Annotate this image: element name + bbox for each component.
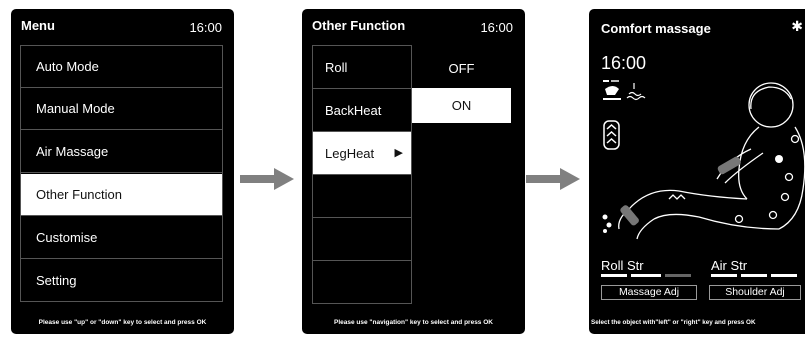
air-str-label: Air Str [711,258,748,273]
menu-item-customise[interactable]: Customise [21,217,222,259]
roll-value[interactable]: OFF [412,51,511,86]
option-legheat[interactable]: LegHeat ▶ [313,132,411,175]
shoulder-adj-button[interactable]: Shoulder Adj [709,285,801,300]
other-function-header: Other Function 16:00 [302,9,525,39]
menu-item-auto-mode[interactable]: Auto Mode [21,46,222,88]
menu-title: Menu [21,18,55,33]
massage-chair-figure [602,82,805,240]
foot-roller-marks [602,214,612,233]
comfort-title: Comfort massage [601,21,711,36]
other-function-title: Other Function [312,18,406,33]
menu-item-other-function[interactable]: Other Function [21,174,222,216]
option-empty-2 [313,218,411,261]
option-backheat-label: BackHeat [325,103,382,118]
option-roll[interactable]: Roll [313,46,411,89]
comfort-time: 16:00 [601,53,647,73]
menu-screen: Menu 16:00 Auto Mode Manual Mode Air Mas… [11,9,234,334]
arrow-right-icon [526,168,580,190]
option-backheat[interactable]: BackHeat [313,89,411,132]
menu-time: 16:00 [189,20,222,35]
menu-list: Auto Mode Manual Mode Air Massage Other … [20,45,223,302]
option-legheat-label: LegHeat [325,146,375,161]
backheat-value[interactable]: ON [412,88,511,123]
bluetooth-icon: ✱ [791,18,803,34]
other-function-screen: Other Function 16:00 Roll BackHeat LegHe… [302,9,525,334]
menu-item-manual-mode[interactable]: Manual Mode [21,88,222,130]
option-list: Roll BackHeat LegHeat ▶ [312,45,412,304]
arrow-right-icon [240,168,294,190]
massage-adj-button[interactable]: Massage Adj [601,285,697,300]
menu-item-air-massage[interactable]: Air Massage [21,131,222,173]
option-roll-label: Roll [325,60,348,75]
menu-header: Menu 16:00 [11,9,234,39]
other-function-hint: Please use "navigation" key to select an… [334,319,493,326]
other-function-time: 16:00 [480,20,513,35]
option-empty-3 [313,261,411,304]
comfort-hint: Select the object with"left" or "right" … [591,319,756,326]
roll-str-label: Roll Str [601,258,644,273]
comfort-massage-screen: Comfort massage ✱ 16:00 Roll Str Air Str… [589,9,805,334]
play-triangle-icon: ▶ [394,147,403,159]
menu-hint: Please use "up" or "down" key to select … [38,319,207,326]
menu-item-setting[interactable]: Setting [21,260,222,302]
option-empty-1 [313,175,411,218]
